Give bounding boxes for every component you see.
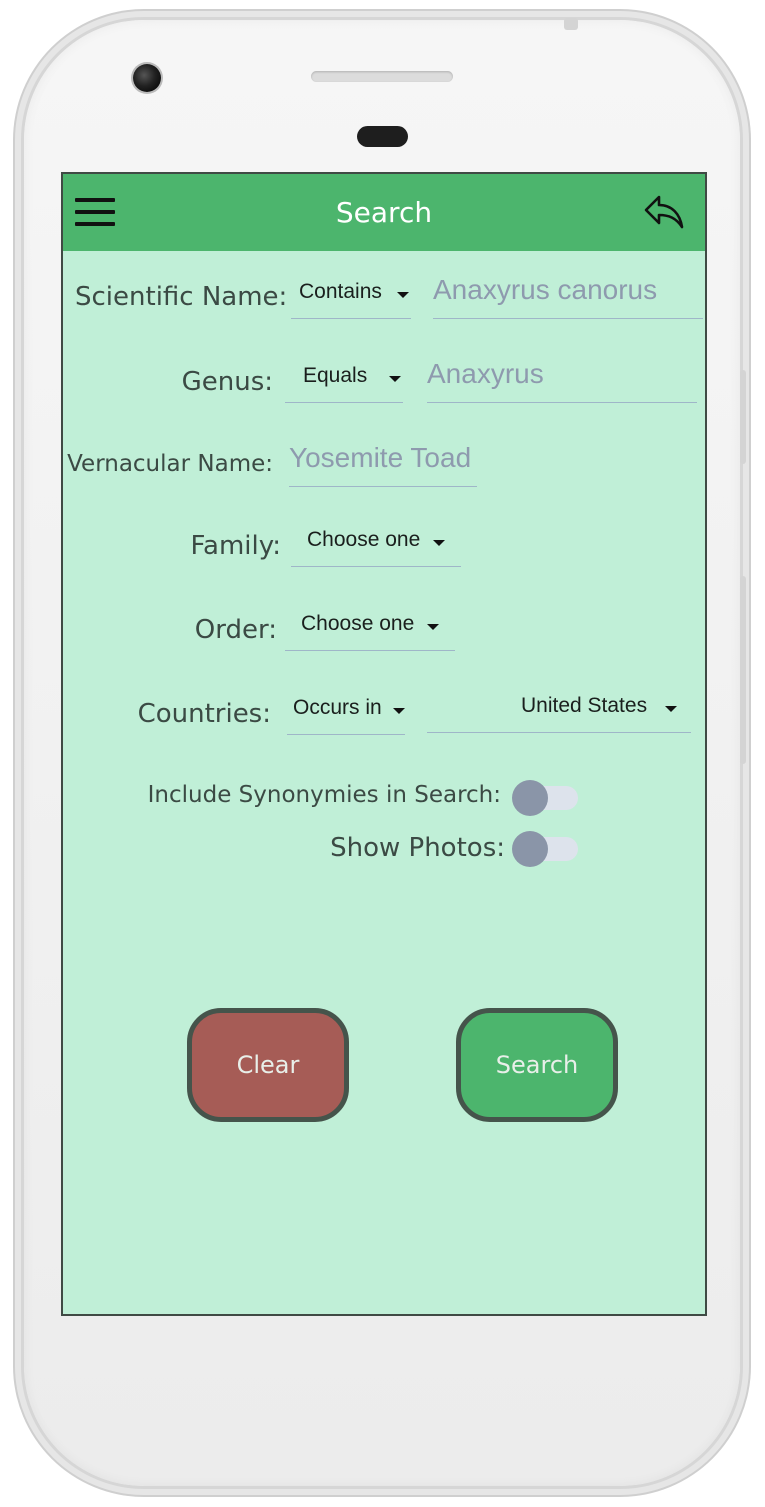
proximity-sensor (357, 126, 408, 147)
front-camera (133, 64, 161, 92)
chevron-down-icon (389, 376, 401, 382)
reply-arrow-icon[interactable] (643, 194, 685, 230)
vernacular-name-placeholder: Yosemite Toad (289, 442, 472, 473)
genus-operator-value: Equals (303, 364, 368, 387)
order-dropdown[interactable]: Choose one (285, 606, 455, 651)
phone-power-button (740, 576, 746, 764)
include-synonymies-label: Include Synonymies in Search: (147, 782, 501, 808)
show-photos-toggle[interactable] (512, 831, 580, 867)
earpiece-speaker (311, 71, 453, 82)
genus-label: Genus: (181, 367, 273, 397)
scientific-name-label: Scientific Name: (75, 282, 288, 312)
toggle-knob (512, 780, 548, 816)
show-photos-label: Show Photos: (330, 833, 505, 863)
order-selected-value: Choose one (301, 612, 415, 635)
search-button[interactable]: Search (456, 1008, 618, 1122)
countries-operator-value: Occurs in (293, 696, 382, 719)
genus-input[interactable]: Anaxyrus (427, 358, 697, 403)
countries-operator-dropdown[interactable]: Occurs in (287, 690, 405, 735)
family-dropdown[interactable]: Choose one (291, 522, 461, 567)
scientific-name-operator-value: Contains (299, 280, 382, 303)
page-title: Search (335, 196, 433, 229)
countries-label: Countries: (137, 699, 271, 729)
chevron-down-icon (433, 540, 445, 546)
vernacular-name-label: Vernacular Name: (67, 451, 273, 477)
scientific-name-operator-dropdown[interactable]: Contains (291, 274, 411, 319)
family-label: Family: (190, 531, 281, 561)
countries-dropdown[interactable]: United States (427, 688, 691, 733)
chevron-down-icon (397, 292, 409, 298)
vernacular-name-input[interactable]: Yosemite Toad (289, 442, 477, 487)
include-synonymies-toggle[interactable] (512, 780, 580, 816)
chevron-down-icon (393, 708, 405, 714)
app-screen: Search Scientific Name: Contains Anaxyru… (61, 172, 707, 1316)
countries-selected-value: United States (521, 694, 648, 717)
genus-placeholder: Anaxyrus (427, 358, 544, 389)
chevron-down-icon (427, 624, 439, 630)
phone-top-button (564, 18, 578, 30)
order-label: Order: (194, 615, 277, 645)
scientific-name-placeholder: Anaxyrus canorus (433, 274, 658, 305)
top-app-bar: Search (63, 174, 705, 251)
genus-operator-dropdown[interactable]: Equals (285, 358, 403, 403)
chevron-down-icon (665, 706, 677, 712)
scientific-name-input[interactable]: Anaxyrus canorus (433, 274, 703, 319)
phone-volume-button (740, 370, 746, 464)
family-selected-value: Choose one (307, 528, 421, 551)
clear-button[interactable]: Clear (187, 1008, 349, 1122)
toggle-knob (512, 831, 548, 867)
